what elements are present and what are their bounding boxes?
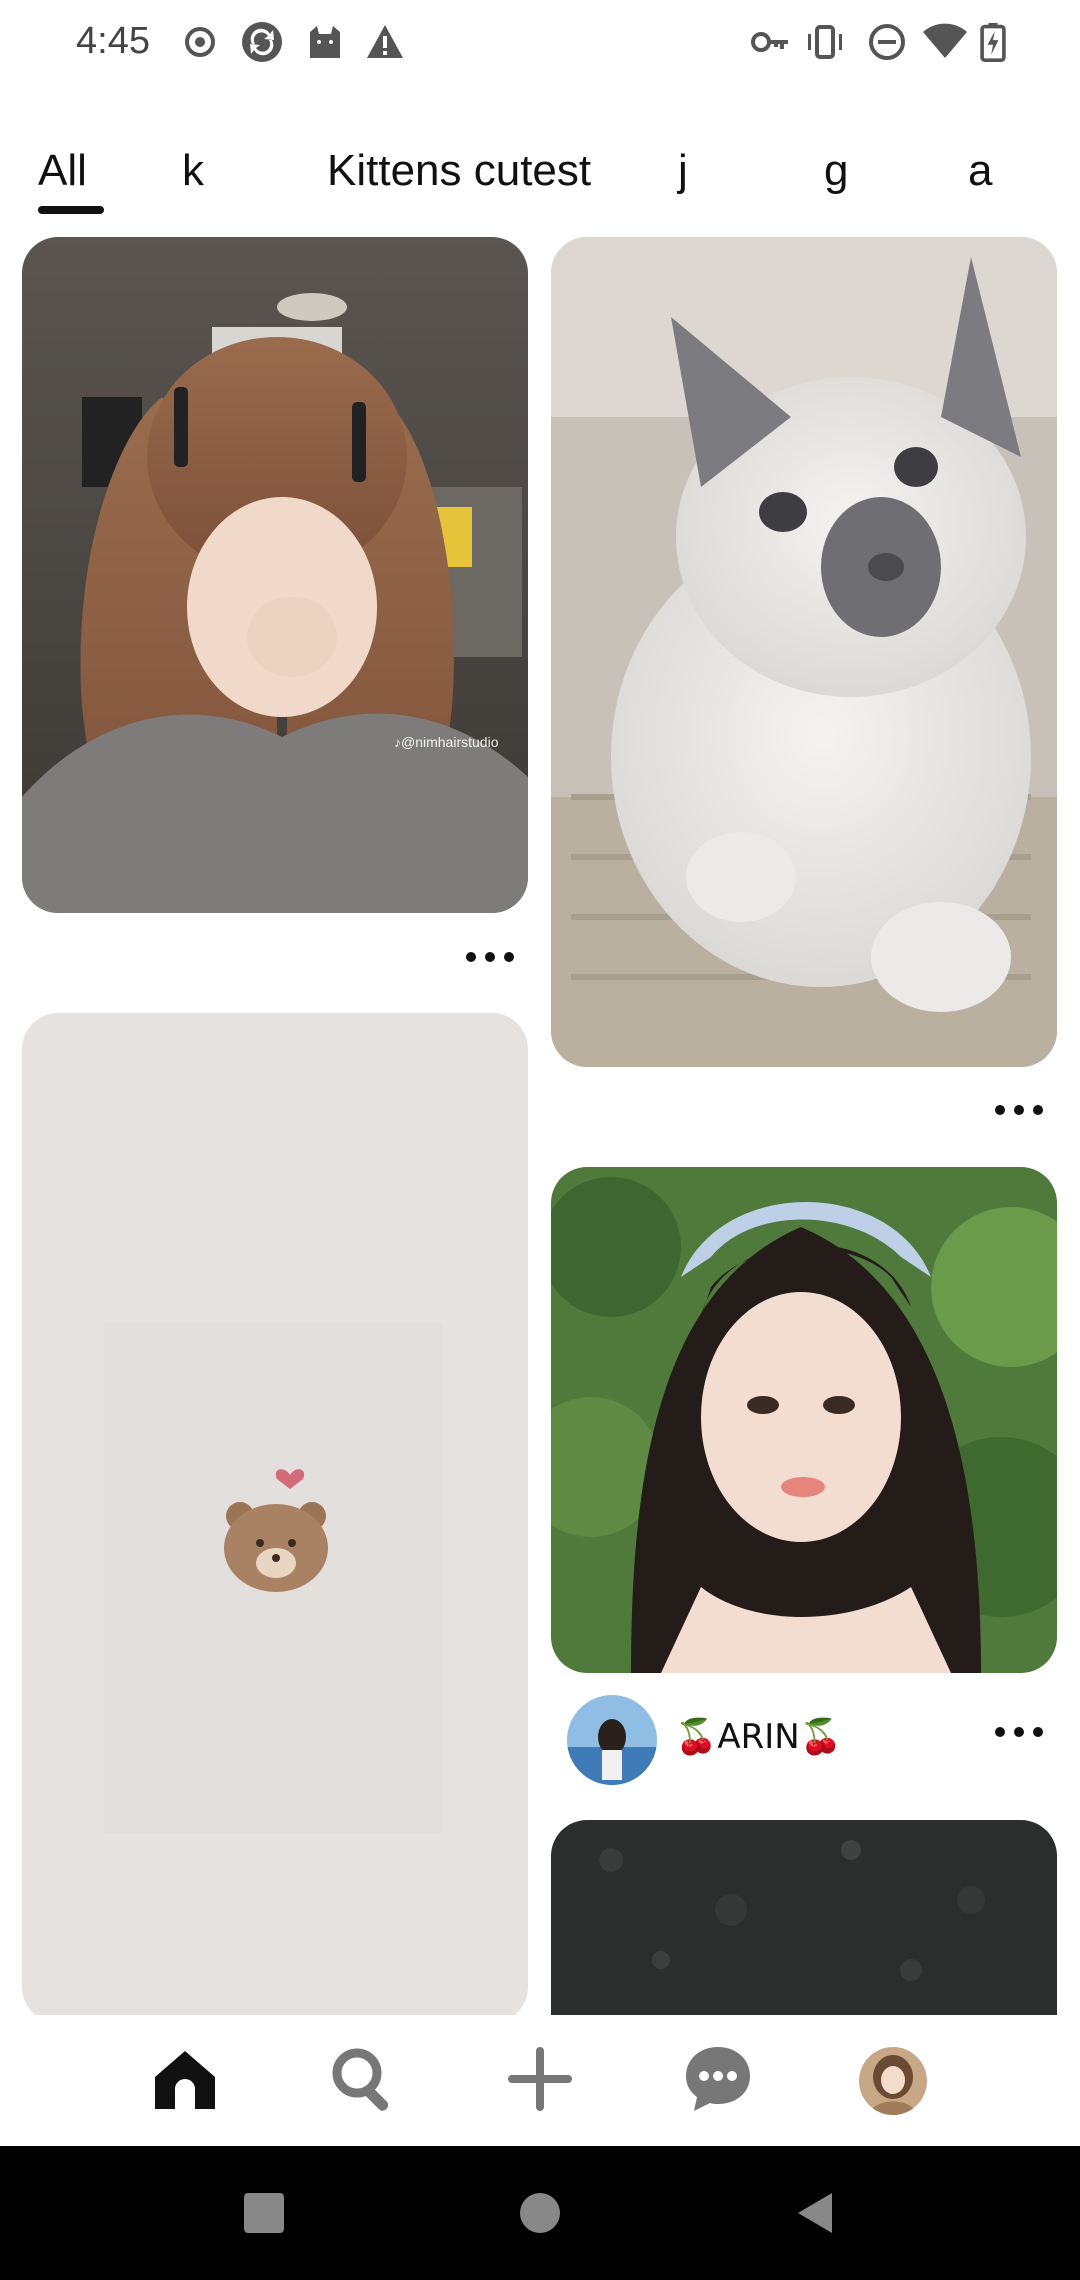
vibrate-icon	[805, 22, 845, 62]
tab-kittens-cutest[interactable]: Kittens cutest	[327, 146, 591, 196]
pin-more-options-button[interactable]	[989, 1712, 1049, 1752]
pin-watermark: ♪@nimhairstudio	[394, 734, 499, 750]
pin-more-options-button[interactable]	[989, 1090, 1049, 1130]
tab-active-indicator	[38, 206, 104, 214]
tab-all[interactable]: All	[38, 146, 87, 196]
tab-k[interactable]: k	[182, 146, 204, 196]
back-triangle-icon[interactable]	[792, 2189, 840, 2237]
pin-image-girl-headband[interactable]	[551, 1167, 1057, 1673]
battery-charging-icon	[978, 22, 1008, 62]
profile-avatar[interactable]	[859, 2047, 927, 2115]
creator-avatar[interactable]	[567, 1695, 657, 1785]
cat-icon	[305, 22, 345, 62]
key-icon	[750, 22, 790, 62]
system-navigation-bar	[0, 2146, 1080, 2280]
pin-more-options-button[interactable]	[460, 937, 520, 977]
pin-image-girl-hair[interactable]: ♪@nimhairstudio	[22, 237, 528, 913]
board-tabs: All k Kittens cutest j g a	[0, 130, 1080, 220]
home-circle-icon[interactable]	[516, 2189, 564, 2237]
pin-image-dark-texture[interactable]	[551, 1820, 1057, 2015]
wifi-icon	[922, 22, 968, 62]
pin-feed[interactable]: ♪@nimhairstudio 🍒ARIN🍒	[0, 230, 1080, 2015]
status-bar: 4:45	[0, 0, 1080, 90]
recents-square-icon[interactable]	[240, 2189, 288, 2237]
tab-j[interactable]: j	[678, 146, 688, 196]
creator-name[interactable]: 🍒ARIN🍒	[675, 1717, 842, 1757]
pin-image-kitten[interactable]	[551, 237, 1057, 1067]
search-icon[interactable]	[327, 2043, 399, 2115]
home-icon[interactable]	[149, 2043, 221, 2115]
tab-a[interactable]: a	[968, 146, 992, 196]
do-not-disturb-icon	[867, 22, 907, 62]
status-time: 4:45	[76, 20, 150, 62]
add-icon[interactable]	[504, 2043, 576, 2115]
bottom-navigation	[0, 2015, 1080, 2145]
warning-icon	[365, 22, 405, 62]
messages-icon[interactable]	[682, 2043, 754, 2115]
vpn-sync-icon	[240, 20, 284, 64]
record-icon	[180, 22, 220, 62]
tab-g[interactable]: g	[824, 146, 848, 196]
pin-image-bear-wallpaper[interactable]	[22, 1013, 528, 2015]
